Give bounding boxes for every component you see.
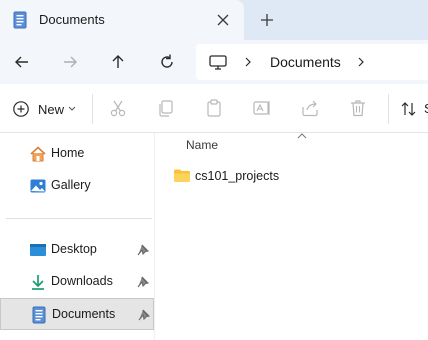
sidebar-item-home[interactable]: Home — [0, 138, 154, 170]
add-circle-icon — [13, 101, 29, 117]
folder-icon — [174, 169, 190, 182]
sidebar-item-label: Downloads — [51, 274, 113, 288]
sidebar-item-gallery[interactable]: Gallery — [0, 170, 154, 202]
chevron-right-icon[interactable] — [356, 56, 366, 68]
pin-icon[interactable] — [137, 276, 149, 288]
pin-icon[interactable] — [138, 309, 150, 321]
sidebar-item-downloads[interactable]: Downloads — [0, 266, 154, 298]
file-list: Name cs101_projects — [155, 133, 428, 340]
address-bar[interactable]: Documents — [196, 44, 428, 80]
arrow-right-icon[interactable] — [60, 52, 80, 72]
close-icon[interactable] — [214, 11, 232, 29]
sidebar-item-label: Gallery — [51, 178, 91, 192]
documents-icon — [32, 306, 46, 324]
navigation-pane: Home Gallery Desktop Downloads Documents — [0, 133, 154, 340]
file-name: cs101_projects — [195, 169, 280, 183]
documents-icon — [13, 11, 27, 29]
rename-icon[interactable] — [252, 98, 272, 118]
arrow-up-icon[interactable] — [108, 52, 128, 72]
new-button-label: New — [38, 102, 65, 117]
copy-icon[interactable] — [156, 98, 176, 118]
downloads-icon — [32, 275, 44, 290]
column-header-name[interactable]: Name — [186, 138, 218, 152]
pin-icon[interactable] — [137, 244, 149, 256]
plus-icon[interactable] — [258, 11, 276, 29]
toolbar-separator — [388, 94, 389, 124]
sidebar-item-label: Documents — [52, 307, 116, 321]
paste-icon[interactable] — [204, 98, 224, 118]
navigation-bar: Documents — [0, 40, 428, 84]
sort-button[interactable]: S — [400, 98, 428, 120]
sort-ascending-icon — [297, 133, 307, 139]
tab-title: Documents — [39, 12, 105, 27]
chevron-down-icon — [68, 106, 76, 111]
sidebar-item-documents[interactable]: Documents — [0, 298, 154, 330]
sidebar-item-label: Desktop — [51, 242, 97, 256]
sidebar-item-desktop[interactable]: Desktop — [0, 234, 154, 266]
tab-strip: Documents — [0, 0, 428, 40]
arrow-left-icon[interactable] — [12, 52, 32, 72]
gallery-icon — [30, 179, 46, 193]
tab-documents[interactable]: Documents — [0, 0, 244, 40]
sidebar-divider — [6, 218, 152, 219]
sidebar-item-label: Home — [51, 146, 85, 160]
home-icon — [30, 146, 46, 162]
computer-icon[interactable] — [209, 55, 227, 70]
share-icon[interactable] — [300, 98, 320, 118]
cut-icon[interactable] — [108, 98, 128, 118]
command-bar: New S — [0, 84, 428, 133]
delete-icon[interactable] — [348, 98, 368, 118]
sort-icon — [401, 102, 416, 116]
new-button[interactable]: New — [10, 96, 82, 122]
sort-button-label: S — [424, 101, 428, 116]
breadcrumb-documents[interactable]: Documents — [270, 54, 341, 70]
list-item[interactable]: cs101_projects — [171, 165, 421, 187]
desktop-icon — [30, 244, 46, 256]
refresh-icon[interactable] — [157, 52, 177, 72]
toolbar-separator — [92, 94, 93, 124]
chevron-right-icon[interactable] — [243, 56, 253, 68]
